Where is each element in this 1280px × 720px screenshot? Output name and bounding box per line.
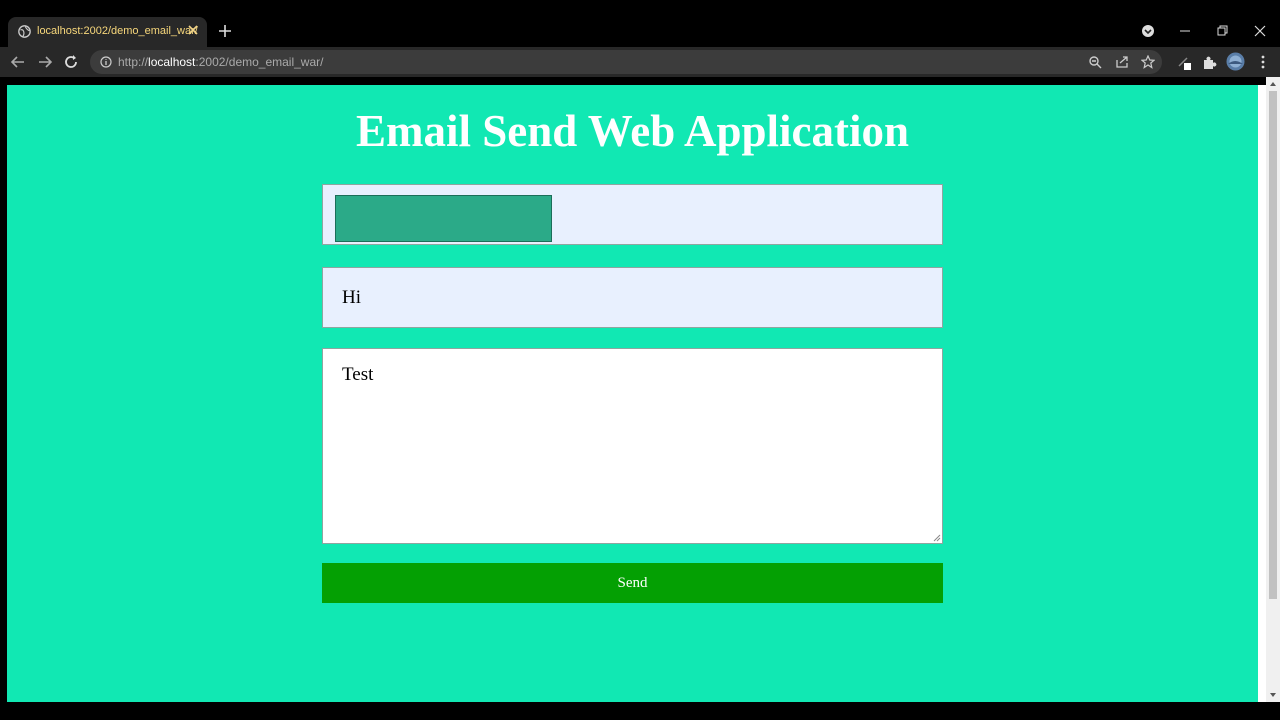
minimize-icon[interactable] (1175, 20, 1195, 40)
info-icon[interactable] (100, 56, 112, 68)
redacted-email-value (335, 195, 552, 242)
reload-icon[interactable] (63, 54, 79, 70)
tab-title: localhost:2002/demo_email_war/ (37, 25, 198, 37)
globe-icon (18, 25, 31, 38)
scroll-up-icon[interactable] (1269, 80, 1277, 88)
star-icon[interactable] (1141, 55, 1155, 69)
close-icon[interactable] (186, 23, 200, 37)
browser-toolbar: http://localhost:2002/demo_email_war/ (0, 47, 1280, 77)
page-viewport: Email Send Web Application Hi Test Send (7, 85, 1258, 702)
scroll-down-icon[interactable] (1269, 691, 1277, 699)
plus-icon[interactable] (216, 22, 234, 40)
restore-icon[interactable] (1212, 20, 1232, 40)
taskbar-edge (0, 702, 1280, 720)
toolbar-separator (0, 77, 1280, 85)
menu-icon[interactable] (1255, 54, 1271, 70)
extension-icon[interactable] (1201, 54, 1217, 70)
tab-strip: localhost:2002/demo_email_war/ (0, 0, 1280, 47)
window-left-edge (0, 85, 7, 702)
scrollbar-thumb[interactable] (1269, 91, 1277, 599)
subject-field[interactable]: Hi (322, 267, 943, 328)
vertical-scrollbar[interactable] (1266, 77, 1280, 702)
tab-search-icon[interactable] (1138, 20, 1158, 40)
extension-pin-icon[interactable] (1176, 54, 1192, 70)
zoom-icon[interactable] (1088, 55, 1102, 69)
page-title: Email Send Web Application (355, 106, 910, 156)
message-value: Test (342, 364, 374, 385)
browser-tab[interactable]: localhost:2002/demo_email_war/ (8, 17, 207, 47)
back-icon[interactable] (10, 54, 26, 70)
close-window-icon[interactable] (1250, 20, 1270, 40)
to-email-field[interactable] (322, 184, 943, 245)
address-bar[interactable]: http://localhost:2002/demo_email_war/ (90, 50, 1162, 74)
viewport-right-edge (1258, 85, 1266, 702)
share-icon[interactable] (1115, 55, 1129, 69)
url-path: :2002/demo_email_war/ (195, 55, 324, 69)
profile-icon[interactable] (1226, 52, 1245, 71)
forward-icon[interactable] (37, 54, 53, 70)
url-text: http://localhost:2002/demo_email_war/ (118, 55, 323, 69)
resize-handle-icon[interactable] (933, 534, 941, 542)
send-button[interactable]: Send (322, 563, 943, 603)
message-textarea[interactable]: Test (322, 348, 943, 544)
subject-value: Hi (342, 287, 361, 308)
url-host: localhost (148, 55, 196, 69)
url-scheme: http:// (118, 55, 149, 69)
